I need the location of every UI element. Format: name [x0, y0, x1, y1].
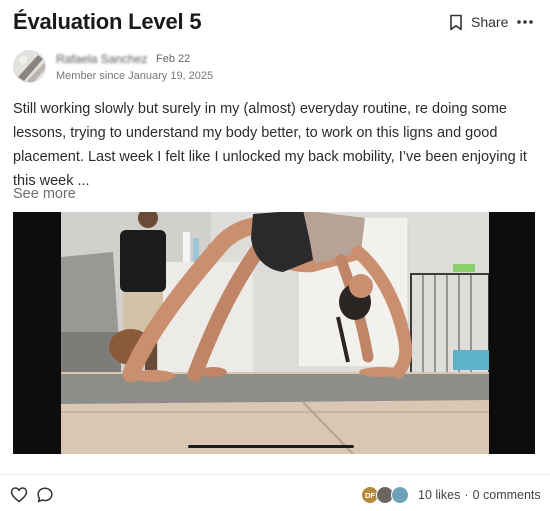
- author-name[interactable]: Rafaela Sanchez: [56, 52, 147, 66]
- more-options-button[interactable]: [515, 12, 535, 32]
- liker-avatars[interactable]: DF: [361, 486, 413, 504]
- engagement-stats: 10 likes · 0 comments: [418, 488, 541, 502]
- share-label: Share: [471, 14, 509, 30]
- footer-divider: [0, 474, 550, 475]
- post-body: Still working slowly but surely in my (a…: [13, 101, 527, 189]
- post-title: Évaluation Level 5: [13, 9, 202, 34]
- post-video[interactable]: [13, 212, 535, 454]
- member-since: Member since January 19, 2025: [56, 70, 214, 82]
- heart-icon[interactable]: [10, 486, 28, 504]
- liker-avatar: [391, 486, 409, 504]
- post-footer: DF 10 likes · 0 comments: [0, 478, 550, 511]
- comments-count[interactable]: 0 comments: [473, 488, 541, 502]
- stats-separator: ·: [464, 488, 469, 502]
- see-more-link[interactable]: See more: [13, 186, 76, 202]
- post-date: Feb 22: [156, 53, 191, 65]
- comment-icon[interactable]: [36, 486, 54, 504]
- author-block: Rafaela Sanchez Feb 22 Member since Janu…: [13, 50, 413, 86]
- post-header: Évaluation Level 5 Share: [0, 0, 550, 44]
- share-button[interactable]: Share: [449, 10, 508, 34]
- avatar[interactable]: [13, 50, 46, 83]
- likes-count[interactable]: 10 likes: [418, 488, 460, 502]
- bookmark-icon: [450, 14, 462, 30]
- more-horizontal-icon: [517, 20, 533, 24]
